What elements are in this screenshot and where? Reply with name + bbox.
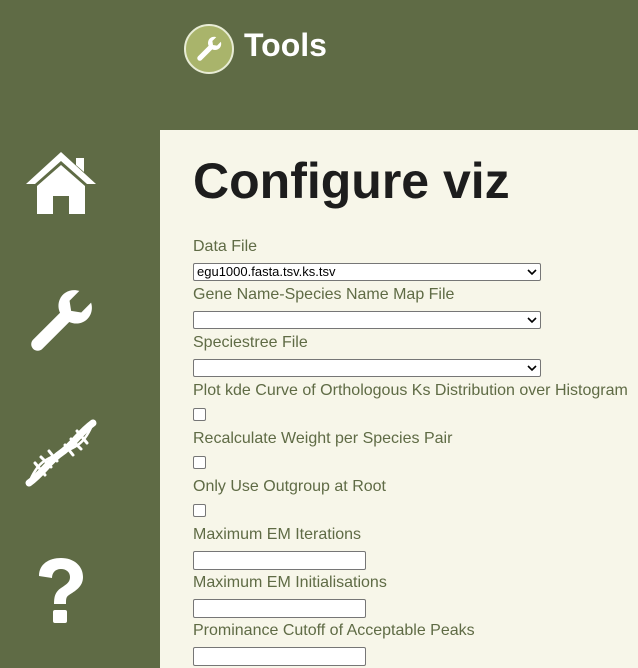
speciestree-select[interactable]	[193, 359, 541, 377]
prominence-input[interactable]	[193, 647, 366, 666]
max-em-init-input[interactable]	[193, 599, 366, 618]
app-window: Tools Configure viz Data File egu1000.fa…	[0, 0, 638, 668]
app-header: Tools	[184, 22, 327, 76]
wrench-icon	[184, 24, 234, 74]
data-file-label: Data File	[193, 238, 258, 255]
app-title: Tools	[244, 26, 327, 63]
data-file-select[interactable]: egu1000.fasta.tsv.ks.tsv	[193, 263, 541, 281]
plot-kde-checkbox[interactable]	[193, 408, 206, 421]
sidebar-item-dna[interactable]	[22, 414, 100, 492]
gene-map-select[interactable]	[193, 311, 541, 329]
prominence-label: Prominance Cutoff of Acceptable Peaks	[193, 622, 475, 639]
sidebar-item-tools[interactable]	[22, 282, 100, 360]
plot-kde-label: Plot kde Curve of Orthologous Ks Distrib…	[193, 382, 628, 399]
sidebar-item-help[interactable]	[22, 552, 100, 630]
sidebar-item-home[interactable]	[22, 144, 100, 222]
recalc-weight-label: Recalculate Weight per Species Pair	[193, 430, 453, 447]
outgroup-root-checkbox[interactable]	[193, 504, 206, 517]
recalc-weight-checkbox[interactable]	[193, 456, 206, 469]
home-icon	[26, 152, 96, 214]
max-em-init-label: Maximum EM Initialisations	[193, 574, 387, 591]
data-file-value: egu1000.fasta.tsv.ks.tsv	[197, 264, 336, 279]
page-title: Configure viz	[193, 153, 510, 209]
max-em-iter-input[interactable]	[193, 551, 366, 570]
sidebar	[0, 130, 160, 668]
content-panel: Configure viz Data File egu1000.fasta.ts…	[160, 130, 638, 668]
chevron-down-icon	[527, 365, 537, 372]
speciestree-label: Speciestree File	[193, 334, 308, 351]
chevron-down-icon	[527, 317, 537, 324]
dna-icon	[25, 419, 97, 487]
max-em-iter-label: Maximum EM Iterations	[193, 526, 362, 543]
chevron-down-icon	[527, 269, 537, 276]
wrench-icon	[31, 290, 92, 351]
question-icon	[39, 558, 83, 623]
outgroup-root-label: Only Use Outgroup at Root	[193, 478, 386, 495]
gene-map-label: Gene Name-Species Name Map File	[193, 286, 455, 303]
